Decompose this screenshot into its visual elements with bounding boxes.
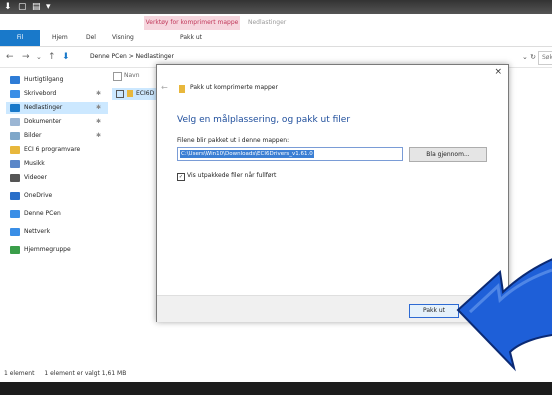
sidebar-item-onedrive[interactable]: OneDrive [10, 190, 52, 202]
address-path[interactable]: Denne PCen > Nedlastinger [90, 51, 174, 63]
cloud-icon [10, 191, 20, 200]
sidebar-item-label: ECI 6 programvare [24, 146, 81, 153]
sidebar-item-label: Dokumenter [24, 118, 62, 125]
sidebar-item-label: Bilder [24, 132, 42, 139]
folder-icon [10, 145, 20, 154]
sidebar-item-videoer[interactable]: Videoer [10, 172, 47, 184]
pin-icon[interactable]: ✱ [96, 130, 101, 142]
dialog-title: Pakk ut komprimerte mapper [190, 84, 278, 91]
tab-fil[interactable]: Fil [0, 30, 40, 46]
show-files-checkbox[interactable]: ✓ [177, 173, 185, 181]
customize-toolbar-icon[interactable]: ▾ [46, 0, 51, 14]
status-selected: 1 element er valgt 1,61 MB [44, 370, 127, 377]
search-input[interactable]: Søk [538, 51, 552, 65]
zip-folder-icon [179, 85, 185, 93]
extract-button[interactable]: Pakk ut [409, 304, 459, 318]
download-icon [10, 103, 20, 112]
screen-bezel [0, 382, 552, 395]
destination-value: C:\Users\Win10\Downloads\ECI6Drivers_v1.… [180, 150, 314, 158]
tab-hjem[interactable]: Hjem [52, 30, 68, 46]
sidebar-item-label: Nedlastinger [24, 104, 63, 111]
close-icon[interactable]: × [494, 67, 502, 77]
sidebar-item-bilder[interactable]: Bilder [10, 130, 41, 142]
sidebar-item-denne-pcen[interactable]: Denne PCen [10, 208, 61, 220]
homegroup-icon [10, 245, 20, 254]
back-icon[interactable]: ← [6, 47, 14, 67]
folder-icon[interactable]: ▤ [32, 0, 41, 14]
show-files-label: Vis utpakkede filer når fullført [187, 172, 277, 179]
videos-icon [10, 173, 20, 182]
sidebar-item-nedlastinger[interactable]: Nedlastinger [6, 102, 108, 114]
sidebar-item-skrivebord[interactable]: Skrivebord [10, 88, 56, 100]
back-icon[interactable]: ← [161, 83, 168, 92]
sidebar-item-label: OneDrive [24, 192, 53, 199]
desktop-icon [10, 89, 20, 98]
star-icon [10, 75, 20, 84]
tab-visning[interactable]: Visning [112, 30, 134, 46]
column-header-name[interactable]: Navn [124, 72, 140, 79]
recent-locations-icon[interactable]: ⌄ [36, 47, 42, 67]
tab-del[interactable]: Del [86, 30, 96, 46]
select-all-checkbox[interactable] [113, 72, 122, 81]
screen: ⬇ ▢ ▤ ▾ Verktøy for komprimert mappe Ned… [0, 0, 552, 395]
download-icon[interactable]: ⬇ [4, 0, 12, 14]
context-tab-group: Verktøy for komprimert mappe [144, 16, 240, 30]
dialog-footer: Pakk ut [157, 295, 508, 322]
pin-icon[interactable]: ✱ [96, 102, 101, 114]
row-checkbox[interactable] [116, 89, 124, 98]
sidebar-item-label: Nettverk [24, 228, 51, 235]
refresh-icon[interactable]: ⌄ ↻ [522, 51, 536, 63]
browse-button[interactable]: Bla gjennom... [409, 147, 487, 162]
network-icon [10, 227, 20, 236]
sidebar-item-label: Musikk [24, 160, 45, 167]
sidebar-item-label: Videoer [24, 174, 47, 181]
destination-label: Filene blir pakket ut i denne mappen: [177, 137, 290, 144]
sidebar-item-hjemmegruppe[interactable]: Hjemmegruppe [10, 244, 71, 256]
computer-icon [10, 209, 20, 218]
quick-access-toolbar: ⬇ ▢ ▤ ▾ [0, 0, 552, 14]
sidebar-item-label: Hurtigtilgang [24, 76, 64, 83]
sidebar-item-label: Hjemmegruppe [24, 246, 71, 253]
pin-icon[interactable]: ✱ [96, 116, 101, 128]
documents-icon [10, 117, 20, 126]
window-title: Nedlastinger [248, 19, 287, 26]
dialog-heading: Velg en målplassering, og pakk ut filer [177, 115, 351, 125]
sidebar-item-hurtigtilgang[interactable]: Hurtigtilgang [10, 74, 63, 86]
music-icon [10, 159, 20, 168]
pin-icon[interactable]: ✱ [96, 88, 101, 100]
tab-pakk-ut[interactable]: Pakk ut [180, 30, 202, 46]
forward-icon[interactable]: → [22, 47, 30, 67]
up-icon[interactable]: ↑ [48, 47, 56, 67]
sidebar-item-dokumenter[interactable]: Dokumenter [10, 116, 61, 128]
download-location-icon: ⬇ [62, 52, 70, 62]
file-name: ECI6D [136, 90, 155, 97]
sidebar-item-label: Skrivebord [24, 90, 57, 97]
status-bar: 1 element 1 element er valgt 1,61 MB [0, 368, 552, 380]
zip-folder-icon [127, 90, 133, 97]
ribbon-tabs: Fil Hjem Del Visning Pakk ut [0, 30, 552, 47]
destination-input[interactable]: C:\Users\Win10\Downloads\ECI6Drivers_v1.… [177, 147, 403, 161]
navigation-pane: Hurtigtilgang Skrivebord ✱ Nedlastinger … [0, 68, 108, 358]
status-count: 1 element [4, 370, 35, 377]
sidebar-item-nettverk[interactable]: Nettverk [10, 226, 50, 238]
sidebar-item-musikk[interactable]: Musikk [10, 158, 45, 170]
pictures-icon [10, 131, 20, 140]
sidebar-item-eci6-programvare[interactable]: ECI 6 programvare [10, 144, 80, 156]
sidebar-item-label: Denne PCen [24, 210, 61, 217]
extract-dialog: × ← Pakk ut komprimerte mapper Velg en m… [156, 64, 509, 322]
properties-icon[interactable]: ▢ [18, 0, 27, 14]
